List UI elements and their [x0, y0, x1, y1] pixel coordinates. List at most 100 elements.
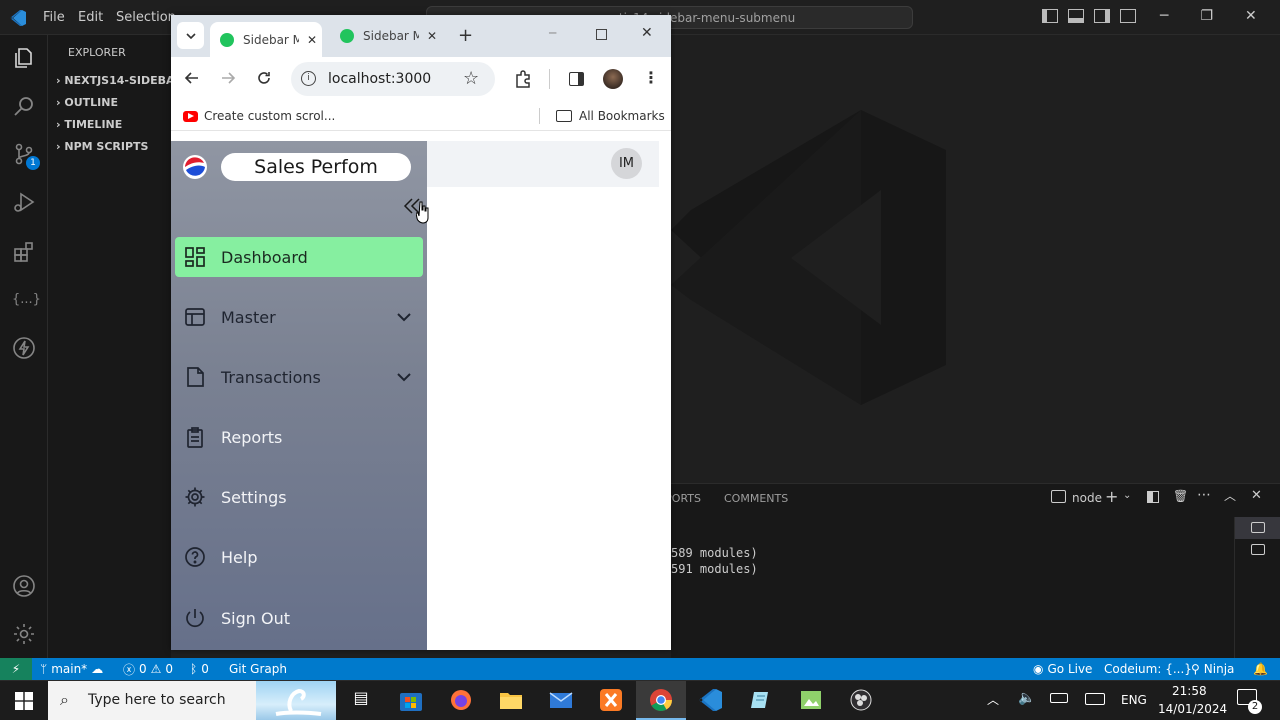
git-graph-button[interactable]: Git Graph: [229, 661, 287, 677]
vscode-taskbar-icon[interactable]: [698, 688, 724, 712]
tree-item-timeline[interactable]: › TIMELINE: [56, 118, 122, 131]
terminal-instance-icon[interactable]: [1235, 517, 1280, 539]
tab-comments[interactable]: COMMENTS: [724, 492, 788, 505]
chevron-down-icon[interactable]: [395, 368, 413, 386]
json-icon[interactable]: {...}: [12, 288, 41, 312]
notepad-icon[interactable]: [748, 688, 774, 712]
search-icon[interactable]: [12, 94, 36, 118]
address-bar[interactable]: i localhost:3000 ☆: [291, 62, 495, 96]
mail-icon[interactable]: [548, 688, 574, 712]
terminal-name[interactable]: node: [1072, 491, 1102, 505]
split-terminal-icon[interactable]: [1147, 491, 1159, 503]
chrome-taskbar-active[interactable]: [636, 681, 686, 720]
bookmark-item[interactable]: Create custom scrol...: [183, 109, 335, 123]
window-controls[interactable]: ─ ❐ ✕: [1160, 8, 1257, 24]
gear-icon[interactable]: [12, 622, 36, 646]
user-avatar[interactable]: IM: [611, 148, 642, 179]
reload-icon[interactable]: [256, 70, 272, 86]
site-info-icon[interactable]: i: [301, 71, 316, 86]
tree-item-npm-scripts[interactable]: › NPM SCRIPTS: [56, 140, 148, 153]
problems-indicator[interactable]: ⓧ 0 ⚠ 0: [123, 661, 173, 677]
nav-transactions[interactable]: Transactions: [175, 357, 423, 397]
nav-dashboard[interactable]: Dashboard: [175, 237, 423, 277]
xampp-icon[interactable]: [598, 688, 624, 712]
lightning-icon[interactable]: [12, 336, 36, 360]
all-bookmarks-button[interactable]: All Bookmarks: [556, 109, 665, 123]
firefox-icon[interactable]: [448, 688, 474, 712]
notifications-bell-icon[interactable]: 🔔: [1253, 661, 1268, 677]
chevron-down-icon[interactable]: [395, 308, 413, 326]
terminal-output[interactable]: 589 modules) 591 modules): [671, 545, 758, 577]
obs-icon[interactable]: [848, 688, 874, 712]
toggle-panel-icon[interactable]: [1068, 9, 1084, 23]
menu-file[interactable]: File: [43, 10, 65, 25]
battery-icon[interactable]: [1050, 693, 1068, 703]
minimize-icon[interactable]: ─: [1160, 8, 1168, 24]
explorer-icon[interactable]: [12, 46, 36, 70]
browser-tab-active[interactable]: Sidebar M ✕: [210, 22, 322, 57]
more-icon[interactable]: ⋯: [1197, 487, 1211, 503]
new-tab-button[interactable]: +: [458, 25, 473, 46]
chrome-minimize-icon[interactable]: ─: [549, 26, 556, 40]
bookmark-star-icon[interactable]: ☆: [463, 68, 479, 89]
chevron-down-icon[interactable]: ⌄: [1123, 490, 1131, 501]
taskbar-search[interactable]: ⌕ Type here to search: [48, 681, 336, 720]
tab-search-button[interactable]: [177, 22, 204, 49]
go-live-button[interactable]: ◉ Go Live: [1033, 661, 1092, 677]
windows-start-icon[interactable]: [15, 692, 33, 710]
close-tab-icon[interactable]: ✕: [427, 29, 437, 43]
branch-indicator[interactable]: ᛘ main* ☁: [40, 661, 103, 677]
table-icon: [185, 308, 205, 326]
ports-indicator[interactable]: ᛒ0: [190, 661, 209, 677]
nav-help[interactable]: Help: [175, 537, 423, 577]
tree-item-outline[interactable]: › OUTLINE: [56, 96, 118, 109]
language-indicator[interactable]: ENG: [1121, 693, 1147, 707]
maximize-panel-icon[interactable]: ︿: [1224, 487, 1236, 504]
tray-chevron-icon[interactable]: ︿: [987, 691, 999, 708]
power-icon: [186, 609, 204, 628]
file-explorer-icon[interactable]: [498, 688, 524, 712]
customize-layout-icon[interactable]: [1120, 9, 1136, 23]
chrome-close-icon[interactable]: ✕: [641, 25, 653, 41]
tab-ports[interactable]: PORTS: [667, 492, 701, 505]
remote-indicator[interactable]: ⚡: [0, 658, 32, 680]
browser-tab[interactable]: Sidebar M ✕: [334, 22, 446, 50]
ninja-status[interactable]: ⚲ Ninja: [1191, 661, 1234, 677]
run-debug-icon[interactable]: [12, 190, 36, 214]
clock-date[interactable]: 14/01/2024: [1158, 702, 1227, 716]
nav-label: Reports: [221, 427, 283, 447]
nav-settings[interactable]: Settings: [175, 477, 423, 517]
profile-avatar[interactable]: [603, 69, 623, 89]
chrome-maximize-icon[interactable]: [596, 29, 607, 40]
restore-icon[interactable]: ❐: [1200, 8, 1213, 24]
clock-time[interactable]: 21:58: [1172, 684, 1207, 698]
toggle-sidebar-icon[interactable]: [1042, 9, 1058, 23]
extensions-puzzle-icon[interactable]: [514, 70, 532, 88]
forward-icon[interactable]: [220, 70, 236, 86]
layout-controls[interactable]: [1042, 9, 1136, 23]
chrome-menu-icon[interactable]: ⋮: [643, 68, 659, 87]
menu-edit[interactable]: Edit: [78, 10, 103, 25]
image-editor-icon[interactable]: [798, 688, 824, 712]
account-icon[interactable]: [12, 574, 36, 598]
task-view-icon[interactable]: ▤: [348, 688, 374, 712]
close-tab-icon[interactable]: ✕: [307, 33, 317, 47]
tree-item-project[interactable]: › NEXTJS14-SIDEBAR: [56, 74, 183, 87]
close-icon[interactable]: ✕: [1245, 8, 1257, 24]
new-terminal-button[interactable]: +: [1105, 487, 1118, 506]
toggle-secondary-sidebar-icon[interactable]: [1094, 9, 1110, 23]
volume-icon[interactable]: 🔈: [1018, 690, 1035, 706]
codeium-status[interactable]: Codeium: {...}: [1104, 661, 1192, 677]
nav-master[interactable]: Master: [175, 297, 423, 337]
back-icon[interactable]: [184, 70, 200, 86]
close-panel-icon[interactable]: ✕: [1251, 488, 1262, 503]
menu-selection[interactable]: Selection: [116, 10, 176, 25]
nav-sign-out[interactable]: Sign Out: [175, 598, 423, 638]
nav-reports[interactable]: Reports: [175, 417, 423, 457]
extensions-icon[interactable]: [12, 240, 36, 264]
trash-icon[interactable]: 🗑: [1173, 489, 1188, 503]
side-panel-icon[interactable]: [569, 72, 584, 86]
terminal-instance-icon[interactable]: [1235, 539, 1280, 561]
microsoft-store-icon[interactable]: [398, 688, 424, 712]
keyboard-icon[interactable]: [1085, 693, 1105, 705]
